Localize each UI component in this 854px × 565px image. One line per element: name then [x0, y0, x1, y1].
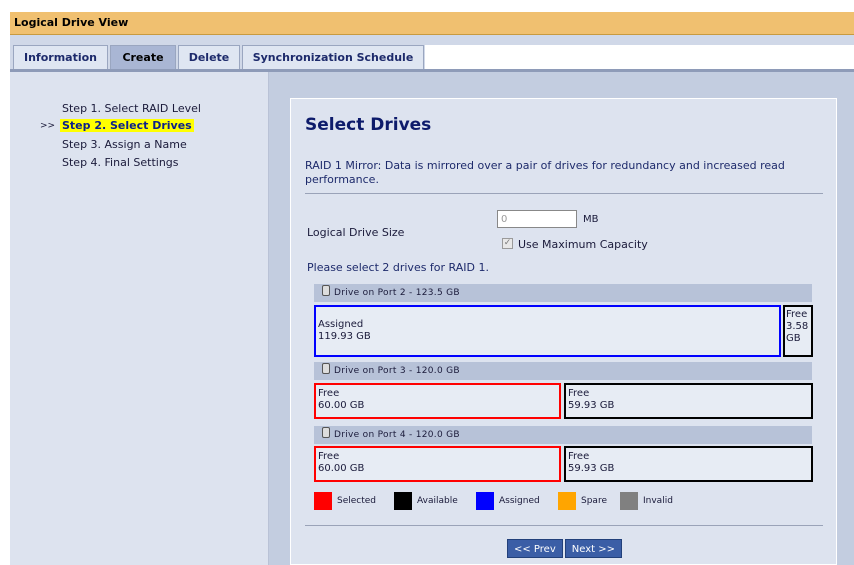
- tab-information[interactable]: Information: [13, 45, 108, 70]
- legend-swatch: [314, 492, 332, 510]
- tab-bar-fill: [425, 45, 854, 69]
- segment-status: Free: [568, 388, 590, 399]
- size-input[interactable]: [497, 210, 577, 228]
- drive-segment[interactable]: Free 60.00 GB: [314, 446, 561, 482]
- legend-label: Assigned: [499, 496, 540, 506]
- step-sidebar: Step 1. Select RAID Level >> Step 2. Sel…: [10, 72, 269, 565]
- step-4-link[interactable]: Step 4. Final Settings: [62, 156, 179, 169]
- legend-swatch: [476, 492, 494, 510]
- drive-segment[interactable]: Assigned 119.93 GB: [314, 305, 781, 357]
- select-drives-panel: Select Drives RAID 1 Mirror: Data is mir…: [290, 98, 837, 565]
- use-max-checkbox[interactable]: ✓: [502, 238, 513, 249]
- legend-item-available: Available: [394, 492, 458, 510]
- drive-header-label: Drive on Port 4 - 120.0 GB: [334, 430, 460, 440]
- drive-segment[interactable]: Free 59.93 GB: [564, 383, 813, 419]
- step-1-link[interactable]: Step 1. Select RAID Level: [62, 102, 201, 115]
- drive-segment[interactable]: Free 60.00 GB: [314, 383, 561, 419]
- size-unit: MB: [583, 214, 599, 225]
- segment-status: Free: [786, 309, 808, 320]
- segment-status: Assigned: [318, 319, 364, 330]
- use-max-label: Use Maximum Capacity: [518, 238, 648, 251]
- tab-synchronization-schedule[interactable]: Synchronization Schedule: [242, 45, 424, 70]
- select-prompt: Please select 2 drives for RAID 1.: [307, 261, 489, 274]
- legend-label: Available: [417, 496, 458, 506]
- segment-size: 119.93 GB: [318, 331, 371, 342]
- drive-header: Drive on Port 2 - 123.5 GB: [314, 284, 812, 302]
- tab-create[interactable]: Create: [110, 45, 176, 70]
- tab-bar: Information Create Delete Synchronizatio…: [10, 35, 854, 72]
- legend-swatch: [394, 492, 412, 510]
- legend-label: Invalid: [643, 496, 673, 506]
- legend-item-selected: Selected: [314, 492, 376, 510]
- legend-item-assigned: Assigned: [476, 492, 540, 510]
- prev-button[interactable]: << Prev: [507, 539, 563, 558]
- segment-size: 59.93 GB: [568, 463, 615, 474]
- size-label: Logical Drive Size: [307, 226, 405, 239]
- window-title: Logical Drive View: [14, 16, 129, 29]
- current-step-marker: >>: [40, 121, 56, 131]
- segment-status: Free: [568, 451, 590, 462]
- divider: [305, 193, 823, 194]
- legend-item-invalid: Invalid: [620, 492, 673, 510]
- drive-header-label: Drive on Port 3 - 120.0 GB: [334, 366, 460, 376]
- legend-label: Selected: [337, 496, 377, 506]
- drive-segment[interactable]: Free 59.93 GB: [564, 446, 813, 482]
- segment-size: 60.00 GB: [318, 400, 365, 411]
- segment-status: Free: [318, 388, 340, 399]
- segment-size: 3.58: [786, 321, 809, 332]
- tab-delete[interactable]: Delete: [178, 45, 240, 70]
- raid-description: RAID 1 Mirror: Data is mirrored over a p…: [305, 159, 785, 186]
- wizard-nav: << Prev Next >>: [507, 539, 622, 558]
- drive-icon: [322, 427, 330, 438]
- drive-header-label: Drive on Port 2 - 123.5 GB: [334, 288, 460, 298]
- step-2-current: Step 2. Select Drives: [60, 119, 194, 132]
- segment-unit: GB: [786, 333, 801, 344]
- drive-icon: [322, 285, 330, 296]
- window-title-bar: Logical Drive View: [10, 12, 854, 35]
- segment-size: 59.93 GB: [568, 400, 615, 411]
- drive-segment[interactable]: Free 3.58 GB: [783, 305, 813, 357]
- segment-size: 60.00 GB: [318, 463, 365, 474]
- page-title: Select Drives: [305, 115, 432, 135]
- legend-item-spare: Spare: [558, 492, 607, 510]
- segment-status: Free: [318, 451, 340, 462]
- step-3-link[interactable]: Step 3. Assign a Name: [62, 138, 187, 151]
- divider: [305, 525, 823, 526]
- next-button[interactable]: Next >>: [564, 539, 622, 558]
- legend-label: Spare: [581, 496, 607, 506]
- legend-swatch: [620, 492, 638, 510]
- drive-header: Drive on Port 3 - 120.0 GB: [314, 362, 812, 380]
- drive-header: Drive on Port 4 - 120.0 GB: [314, 426, 812, 444]
- drive-icon: [322, 363, 330, 374]
- legend-swatch: [558, 492, 576, 510]
